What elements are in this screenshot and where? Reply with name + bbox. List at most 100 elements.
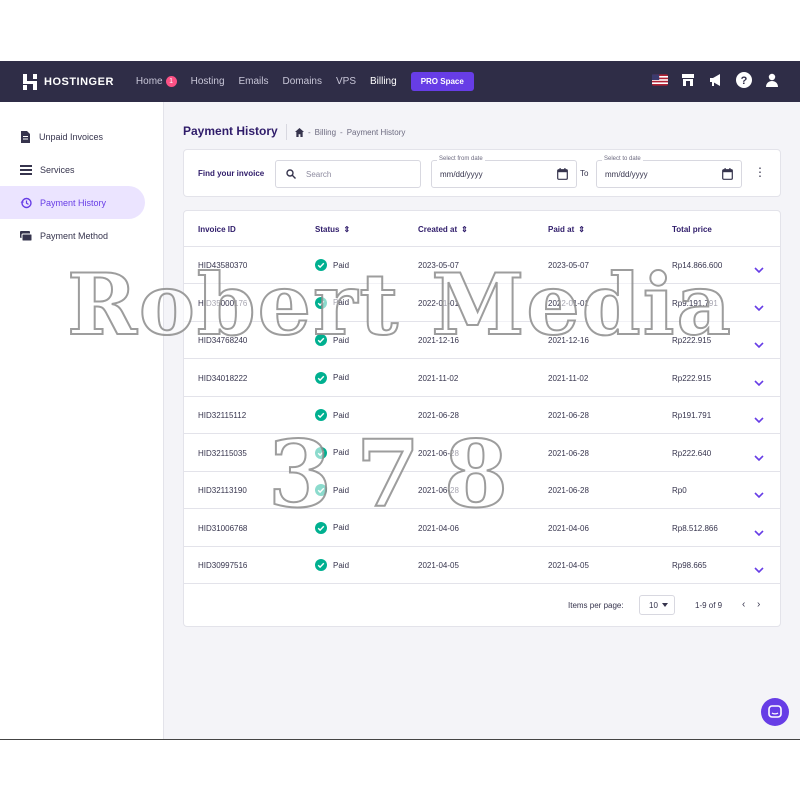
top-margin [0,0,800,61]
to-date-input[interactable]: Select to date mm/dd/yyyy [596,156,742,188]
table-row[interactable]: HID32115112 Paid 2021-06-28 2021-06-28 Rp191… [184,397,780,434]
invoice-id: HID35000176 [198,298,248,308]
nav-home[interactable]: Home 1 [136,76,177,87]
breadcrumb-billing[interactable]: Billing [315,128,336,137]
sidebar-item-services[interactable]: Services [0,153,163,186]
calendar-icon[interactable] [722,168,733,180]
paid-at: 2021-06-28 [548,448,589,458]
sidebar-item-label: Payment History [40,197,107,208]
table-row[interactable]: HID32115035 Paid 2021-06-28 2021-06-28 Rp222… [184,435,780,472]
paid-at: 2021-04-06 [548,523,589,533]
expand-chevron-icon[interactable] [754,486,764,504]
table-row[interactable]: HID34768240 Paid 2021-12-16 2021-12-16 Rp222… [184,322,780,359]
invoice-id: HID43580370 [198,261,248,270]
from-date-placeholder: mm/dd/yyyy [440,169,483,179]
nav-hosting[interactable]: Hosting [191,76,225,87]
expand-chevron-icon[interactable] [754,374,764,392]
calendar-icon[interactable] [557,168,568,180]
sidebar-item-payment-history[interactable]: Payment History [0,186,145,219]
table-row[interactable]: HID31006768 Paid 2021-04-06 2021-04-06 Rp8.5… [184,510,780,547]
created-at: 2023-05-07 [418,261,459,270]
search-icon [286,169,296,179]
from-date-input[interactable]: Select from date mm/dd/yyyy [431,156,577,188]
check-circle-icon [315,334,327,346]
pro-space-button[interactable]: PRO Space [410,72,474,91]
table-row[interactable]: HID43580370 Paid 2023-05-07 2023-05-07 Rp14.… [184,247,780,284]
table-row[interactable]: HID34018222 Paid 2021-11-02 2021-11-02 Rp222… [184,360,780,397]
expand-chevron-icon[interactable] [754,524,764,542]
sidebar-item-label: Payment Method [40,230,109,241]
nav-billing[interactable]: Billing [370,76,397,87]
expand-chevron-icon[interactable] [754,561,764,579]
brand-logo[interactable]: HOSTINGER [22,73,114,90]
header-status[interactable]: Status ⇕ [315,225,350,234]
status-label: Paid [333,298,350,307]
check-circle-icon [315,484,327,496]
help-icon[interactable]: ? [736,72,752,88]
sidebar-item-label: Services [40,164,75,175]
header-paid-at[interactable]: Paid at ⇕ [548,225,585,234]
us-flag-icon[interactable] [652,72,668,88]
sidebar-item-label: Unpaid Invoices [39,131,104,142]
check-circle-icon [315,409,327,421]
invoice-id: HID34768240 [198,336,248,345]
invoice-id: HID32113190 [198,486,247,495]
pagination: Items per page: 10 1-9 of 9 ‹ › [184,584,780,627]
items-per-page-label: Items per page: [568,601,624,610]
check-circle-icon [315,446,327,459]
find-invoice-label: Find your invoice [198,169,265,178]
invoice-id: HID32115035 [198,448,247,458]
paid-at: 2023-05-07 [548,261,589,270]
created-at: 2022-01-01 [418,298,459,308]
items-per-page-select[interactable]: 10 [639,595,675,615]
expand-chevron-icon[interactable] [754,411,764,429]
sort-icon: ⇕ [578,225,585,234]
table-row[interactable]: HID30997516 Paid 2021-04-05 2021-04-05 Rp98.… [184,547,780,584]
search-input[interactable]: Search [275,160,421,188]
prev-page-icon[interactable]: ‹ [742,599,745,610]
more-options-icon[interactable]: ⋮ [754,166,766,178]
chat-button[interactable] [761,698,789,726]
dropdown-arrow-icon [662,603,668,607]
bottom-margin [0,739,800,800]
sidebar-item-unpaid-invoices[interactable]: Unpaid Invoices [0,120,163,153]
table-row[interactable]: HID32113190 Paid 2021-06-28 2021-06-28 Rp0 [184,472,780,509]
status-badge: Paid [315,409,349,421]
document-icon [21,130,30,143]
main-nav: Home 1 Hosting Emails Domains VPS Billin… [136,72,474,91]
list-icon [20,164,32,175]
to-date-placeholder: mm/dd/yyyy [605,169,648,179]
table-row[interactable]: HID35000176 Paid 2022-01-01 2022-01-01 Rp9.1… [184,285,780,322]
total-price: Rp191.791 [672,411,712,420]
breadcrumb-separator: - [308,127,311,137]
total-price: Rp8.512.866 [672,523,718,533]
nav-domains[interactable]: Domains [283,76,322,87]
status-badge: Paid [315,484,349,496]
status-label: Paid [333,373,350,382]
home-icon[interactable] [295,127,304,137]
megaphone-icon[interactable] [708,72,724,88]
created-at: 2021-11-02 [418,373,459,383]
main-content: Payment History - Billing - Payment Hist… [164,102,800,739]
expand-chevron-icon[interactable] [754,299,764,317]
invoice-id: HID34018222 [198,373,248,383]
nav-vps[interactable]: VPS [336,76,356,87]
nav-emails[interactable]: Emails [239,76,269,87]
status-label: Paid [333,335,350,345]
total-price: Rp9.191.791 [672,298,718,308]
to-date-label: Select to date [602,156,643,162]
next-page-icon[interactable]: › [757,599,760,610]
user-icon[interactable] [764,72,780,88]
hostinger-logo-icon [23,73,37,90]
expand-chevron-icon[interactable] [754,336,764,354]
search-placeholder: Search [306,169,332,179]
check-circle-icon [315,559,327,571]
header-created-at[interactable]: Created at ⇕ [418,225,468,234]
expand-chevron-icon[interactable] [754,449,764,467]
total-price: Rp98.665 [672,561,707,570]
created-at: 2021-06-28 [418,411,459,420]
sidebar-item-payment-method[interactable]: Payment Method [0,219,163,252]
expand-chevron-icon[interactable] [754,261,764,279]
status-badge: Paid [315,446,349,459]
store-icon[interactable] [680,72,696,88]
